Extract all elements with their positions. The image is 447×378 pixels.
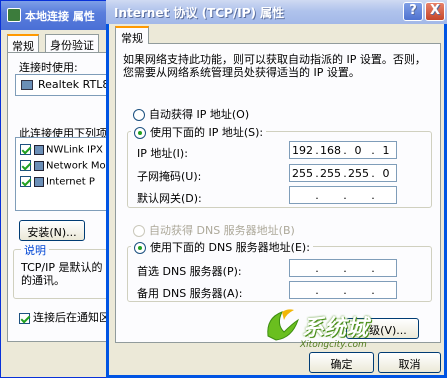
adapter-field: Realtek RTL8 (15, 74, 115, 96)
list-item[interactable]: Internet P (20, 176, 95, 190)
watermark-brand: 系统城 (302, 316, 369, 341)
description-line-2: 的通讯。 (21, 274, 65, 287)
tcpip-dialog-titlebar[interactable]: Internet 协议 (TCP/IP) 属性 ? X (106, 0, 447, 24)
cancel-button[interactable]: 取消 (378, 352, 441, 373)
component-icon (34, 176, 44, 187)
subnet-mask-label: 子网掩码(U): (137, 170, 202, 183)
ok-button[interactable]: 确定 (309, 352, 374, 373)
connection-properties-window: 本地连接 属性 常规 身份验证 连接时使用: Realtek RTL8 此连接使… (0, 0, 127, 378)
ip-octet: 0 (354, 144, 362, 157)
ip-auto-radio[interactable] (133, 109, 145, 121)
ip-octet: 192 (292, 144, 313, 157)
component-label: Network Mo (46, 160, 106, 172)
ip-manual-option[interactable]: 使用下面的 IP 地址(S): (131, 124, 267, 140)
component-checkbox[interactable] (20, 144, 31, 155)
tab-general[interactable]: 常规 (115, 26, 149, 45)
connect-using-label: 连接时使用: (19, 61, 78, 74)
tcpip-dialog-title: Internet 协议 (TCP/IP) 属性 (114, 6, 285, 20)
ip-manual-radio[interactable] (134, 127, 146, 139)
component-icon (34, 144, 44, 155)
component-icon (34, 160, 44, 171)
component-label: NWLink IPX (46, 144, 103, 156)
dns-manual-radio[interactable] (134, 242, 146, 254)
subnet-octet: 255 (320, 167, 341, 180)
subnet-octet: 255 (348, 167, 369, 180)
list-item[interactable]: NWLink IPX (20, 144, 103, 158)
network-adapter-icon (21, 80, 33, 90)
ip-address-label: IP 地址(I): (137, 147, 188, 160)
ip-address-field[interactable]: 192. 168. 0. 1 (289, 141, 397, 159)
adapter-name: Realtek RTL8 (38, 78, 110, 91)
components-list[interactable]: NWLink IPX Network Mo Internet P (15, 137, 115, 211)
component-checkbox[interactable] (20, 160, 31, 171)
dialog-description: 如果网络支持此功能，则可以获取自动指派的 IP 设置。否则， 您需要从网络系统管… (123, 53, 433, 79)
ip-octet: 1 (382, 144, 390, 157)
subnet-mask-field[interactable]: 255. 255. 255. 0 (289, 164, 397, 182)
network-connection-icon (7, 8, 21, 22)
dns-manual-option[interactable]: 使用下面的 DNS 服务器地址(E): (131, 239, 313, 255)
connection-properties-title: 本地连接 属性 (25, 10, 95, 23)
ip-octet: 168 (320, 144, 341, 157)
ip-auto-option[interactable]: 自动获得 IP 地址(O) (133, 106, 249, 122)
tab-authentication[interactable]: 身份验证 (45, 34, 99, 52)
dns-manual-label: 使用下面的 DNS 服务器地址(E): (150, 241, 310, 254)
install-button[interactable]: 安装(N)... (19, 220, 85, 241)
gateway-label: 默认网关(D): (137, 192, 202, 205)
dns-auto-radio[interactable] (133, 225, 145, 237)
connection-properties-titlebar[interactable]: 本地连接 属性 (1, 1, 121, 30)
list-item[interactable]: Network Mo (20, 160, 106, 174)
watermark-logo (267, 309, 299, 341)
preferred-dns-field[interactable]: ... (289, 259, 397, 277)
subnet-octet: 255 (292, 167, 313, 180)
ip-auto-label: 自动获得 IP 地址(O) (149, 108, 250, 121)
subnet-octet: 0 (382, 167, 390, 180)
gateway-field[interactable]: ... (289, 186, 397, 204)
show-icon-checkbox[interactable] (19, 312, 30, 324)
watermark-url: Xitongcity.com (300, 340, 367, 350)
dns-auto-label: 自动获得 DNS 服务器地址(B) (149, 224, 295, 237)
alternate-dns-label: 备用 DNS 服务器(A): (137, 287, 243, 300)
show-icon-option[interactable]: 连接后在通知区 (19, 309, 110, 325)
tab-general[interactable]: 常规 (7, 34, 39, 53)
dialog-description-line-1: 如果网络支持此功能，则可以获取自动指派的 IP 设置。否则， (123, 53, 426, 66)
show-icon-label: 连接后在通知区 (33, 311, 110, 324)
dns-auto-option[interactable]: 自动获得 DNS 服务器地址(B) (133, 222, 295, 238)
component-checkbox[interactable] (20, 176, 31, 187)
close-button[interactable]: X (425, 2, 445, 21)
preferred-dns-label: 首选 DNS 服务器(P): (137, 265, 242, 278)
ip-manual-label: 使用下面的 IP 地址(S): (150, 126, 264, 139)
component-label: Internet P (46, 176, 95, 188)
description-group-label: 说明 (21, 242, 49, 258)
alternate-dns-field[interactable]: ... (289, 281, 397, 299)
dialog-description-line-2: 您需要从网络系统管理员处获得适当的 IP 设置。 (123, 66, 360, 79)
watermark: 系统城 Xitongcity.com (262, 306, 412, 354)
help-button[interactable]: ? (403, 2, 423, 21)
